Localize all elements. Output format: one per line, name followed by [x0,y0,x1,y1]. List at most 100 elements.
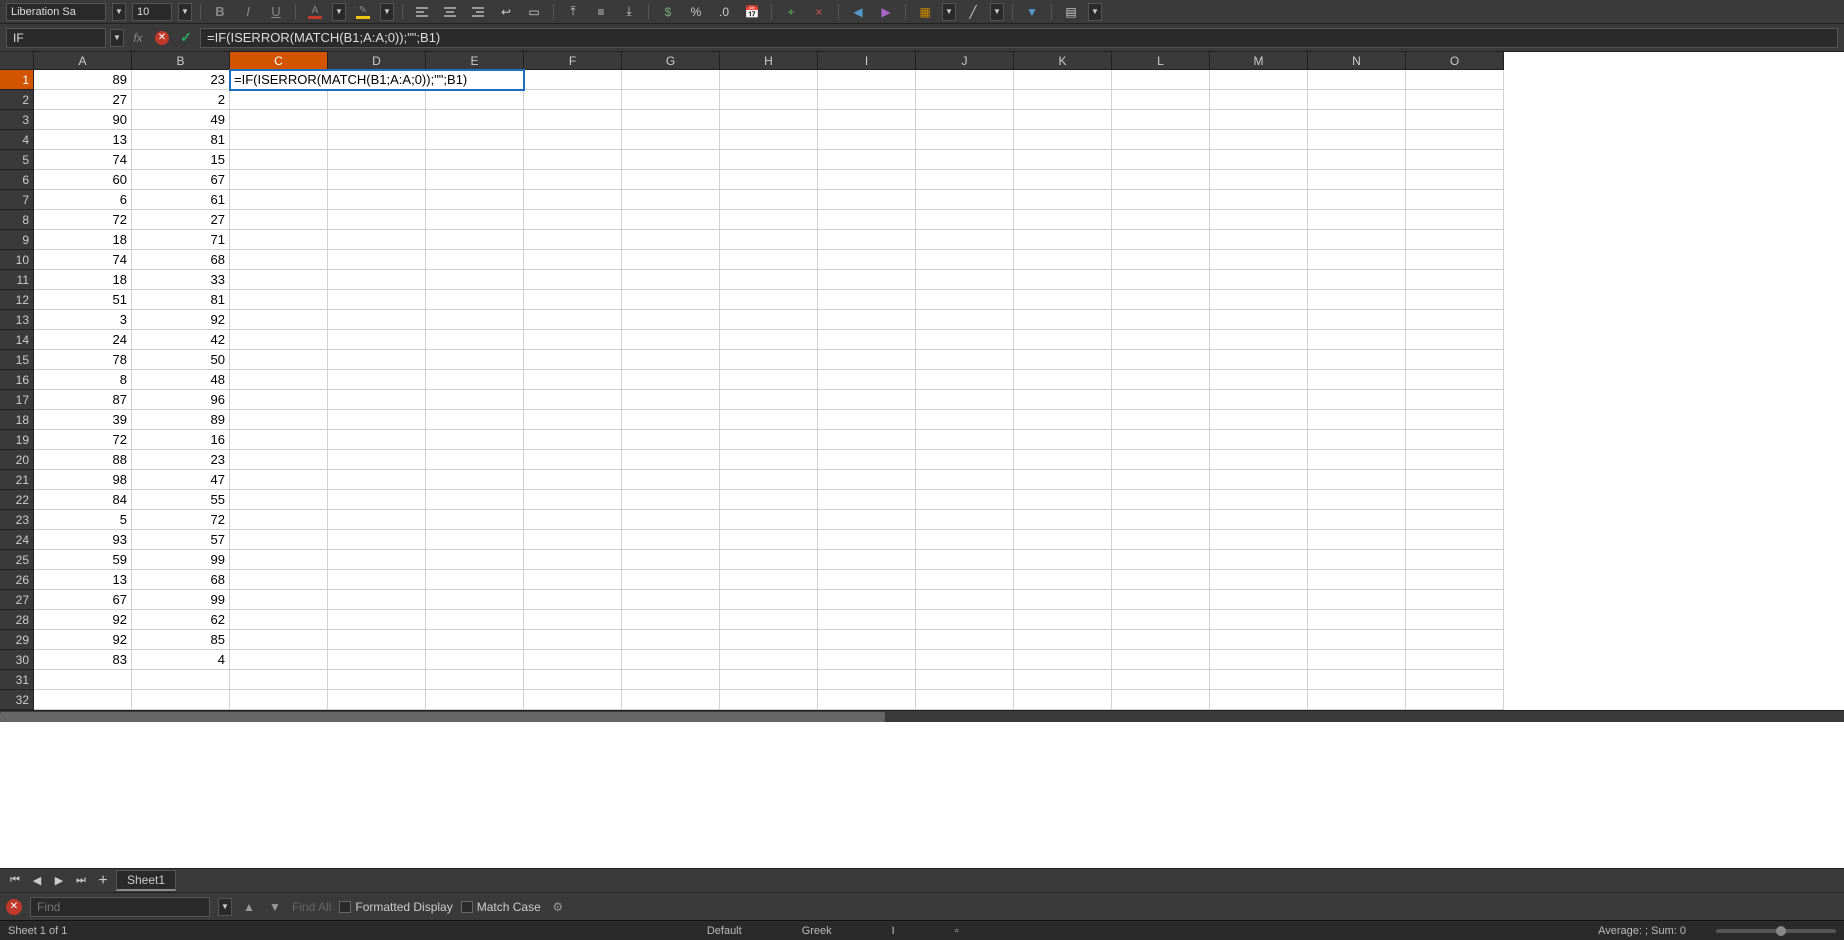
column-header[interactable]: G [622,52,720,70]
row-header[interactable]: 21 [0,470,34,490]
cell[interactable] [1014,290,1112,310]
cell[interactable] [1112,470,1210,490]
cell[interactable] [524,90,622,110]
cell[interactable] [1308,450,1406,470]
column-header[interactable]: H [720,52,818,70]
cell[interactable] [1014,150,1112,170]
cell[interactable] [426,550,524,570]
cell[interactable] [1406,630,1504,650]
function-wizard-button[interactable]: fx [128,28,148,48]
cell[interactable] [1014,370,1112,390]
cell[interactable] [230,590,328,610]
cell[interactable] [230,610,328,630]
cell[interactable] [1210,350,1308,370]
cell[interactable] [426,290,524,310]
cell[interactable]: 18 [34,270,132,290]
decrease-indent-button[interactable]: ◀ [847,2,869,22]
cell[interactable]: 50 [132,350,230,370]
cell[interactable]: 85 [132,630,230,650]
cell[interactable] [230,390,328,410]
cell[interactable] [524,70,622,90]
cell[interactable] [1406,210,1504,230]
cell[interactable] [916,350,1014,370]
cell[interactable] [1406,350,1504,370]
cell[interactable] [230,630,328,650]
cell[interactable] [818,250,916,270]
wrap-text-button[interactable]: ↩ [495,2,517,22]
cell[interactable] [1112,490,1210,510]
cell[interactable] [524,570,622,590]
row-header[interactable]: 23 [0,510,34,530]
cell[interactable] [720,270,818,290]
cell[interactable] [622,650,720,670]
row-header[interactable]: 15 [0,350,34,370]
cell[interactable] [916,210,1014,230]
cell[interactable] [818,470,916,490]
cell[interactable] [818,270,916,290]
find-options-button[interactable]: ⚙ [549,898,567,916]
cell[interactable] [1014,170,1112,190]
cell[interactable] [720,570,818,590]
cell[interactable]: 15 [132,150,230,170]
cell[interactable] [622,250,720,270]
cell[interactable] [622,510,720,530]
find-input[interactable] [30,897,210,917]
cell[interactable] [1308,230,1406,250]
cell[interactable] [916,410,1014,430]
cell[interactable] [1210,430,1308,450]
cell[interactable] [132,690,230,710]
cell[interactable] [916,250,1014,270]
cell[interactable] [1406,670,1504,690]
cell[interactable]: 83 [34,650,132,670]
cell[interactable] [328,110,426,130]
cell[interactable] [622,290,720,310]
cell[interactable] [916,570,1014,590]
cell[interactable] [1112,110,1210,130]
cell[interactable] [1308,270,1406,290]
selection-mode[interactable]: ▫ [955,925,959,937]
cell[interactable] [426,230,524,250]
cell[interactable]: 72 [34,430,132,450]
cell[interactable] [132,670,230,690]
cell[interactable] [230,130,328,150]
row-header[interactable]: 8 [0,210,34,230]
date-button[interactable]: 📅 [741,2,763,22]
cell[interactable] [720,630,818,650]
cell[interactable] [720,70,818,90]
add-sheet-button[interactable]: + [94,872,112,890]
cell[interactable] [622,450,720,470]
cell[interactable] [1308,470,1406,490]
cell[interactable] [1112,290,1210,310]
cell[interactable] [524,170,622,190]
cell[interactable] [1112,510,1210,530]
cell[interactable] [1014,330,1112,350]
cell[interactable] [524,230,622,250]
cell[interactable] [1308,150,1406,170]
cell[interactable] [720,350,818,370]
zoom-slider[interactable] [1716,929,1836,933]
cell[interactable] [426,90,524,110]
cell[interactable] [524,330,622,350]
cell[interactable] [1014,590,1112,610]
cell[interactable] [426,510,524,530]
cell[interactable] [1406,390,1504,410]
cell[interactable] [426,650,524,670]
row-header[interactable]: 18 [0,410,34,430]
cell[interactable] [720,690,818,710]
cell[interactable] [524,430,622,450]
cell[interactable] [818,650,916,670]
find-next-button[interactable]: ▼ [266,898,284,916]
formatted-display-checkbox[interactable]: Formatted Display [339,900,452,914]
cell[interactable] [524,190,622,210]
cell[interactable] [426,610,524,630]
cell[interactable] [230,290,328,310]
cell[interactable] [1210,370,1308,390]
cell[interactable] [230,170,328,190]
cell[interactable] [1112,370,1210,390]
cell[interactable] [622,570,720,590]
cell[interactable] [1014,190,1112,210]
cell[interactable] [1112,390,1210,410]
cell[interactable] [426,530,524,550]
italic-button[interactable]: I [237,2,259,22]
language[interactable]: Greek [802,925,832,937]
